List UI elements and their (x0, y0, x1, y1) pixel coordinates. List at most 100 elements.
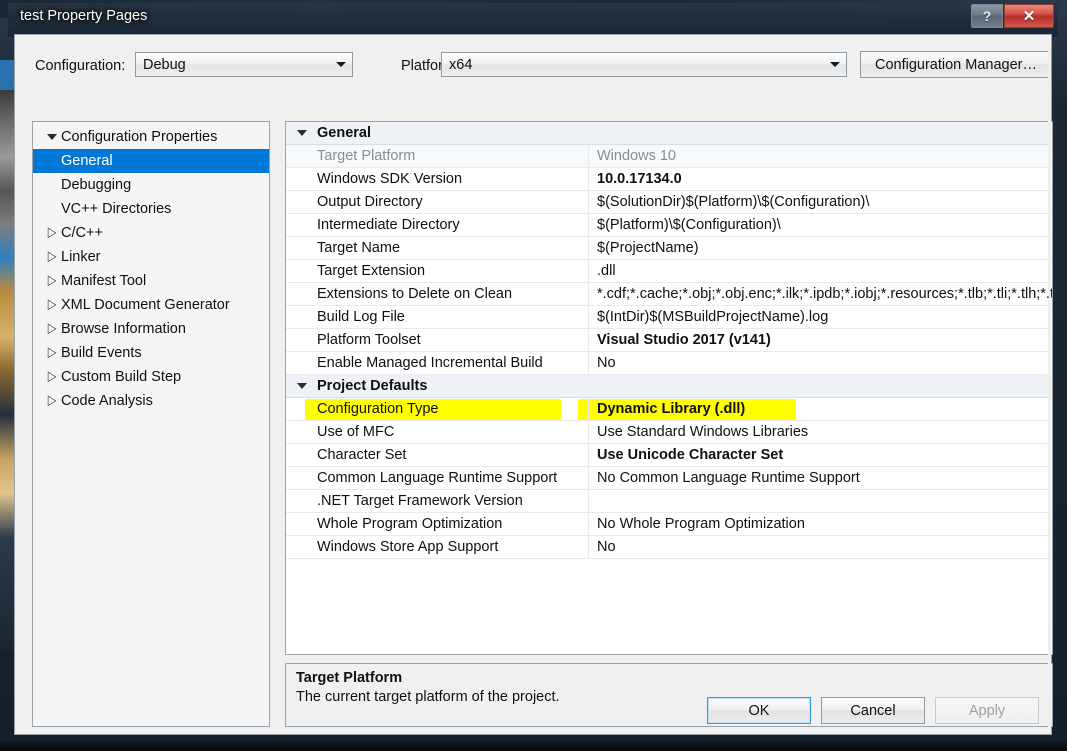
triangle-right-icon[interactable]: ▷ (43, 320, 61, 336)
property-grid-rows: General Target Platform Windows 10 Windows … (286, 122, 1052, 559)
property-name: Target Extension (317, 263, 426, 279)
property-value[interactable]: 10.0.17134.0 (588, 171, 1052, 187)
property-value[interactable]: Windows 10 (588, 148, 1052, 164)
tree-item-label: Custom Build Step (61, 369, 182, 385)
tree-item-debugging[interactable]: Debugging (33, 173, 269, 197)
tree-item-configuration-properties[interactable]: Configuration Properties (33, 125, 269, 149)
property-name: Character Set (317, 447, 407, 463)
tree-item-build-events[interactable]: ▷ Build Events (33, 341, 269, 365)
help-button[interactable]: ? (971, 4, 1003, 28)
property-row-configuration-type[interactable]: Configuration Type Dynamic Library (.dll) (286, 398, 1052, 421)
section-title: General (317, 125, 371, 141)
triangle-right-icon[interactable]: ▷ (43, 250, 61, 264)
property-row-windows-sdk-version[interactable]: Windows SDK Version 10.0.17134.0 (286, 168, 1052, 191)
property-name: Intermediate Directory (317, 217, 460, 233)
triangle-right-glyph: ▷ (47, 344, 57, 360)
triangle-right-glyph: ▷ (47, 392, 57, 408)
tree-item-label: XML Document Generator (61, 297, 230, 313)
description-title: Target Platform (296, 670, 403, 686)
client-right-edge (1048, 35, 1051, 734)
tree-item-code-analysis[interactable]: ▷ Code Analysis (33, 389, 269, 413)
tree-item-label: Manifest Tool (61, 273, 147, 289)
property-value[interactable]: .dll (588, 263, 1052, 279)
triangle-right-icon[interactable]: ▷ (43, 296, 61, 312)
platform-dropdown[interactable]: x64 (441, 52, 847, 77)
property-row-target-extension[interactable]: Target Extension .dll (286, 260, 1052, 283)
tree-item-general[interactable]: General (33, 149, 269, 173)
tree-item-label: Code Analysis (61, 393, 153, 409)
property-value[interactable]: $(IntDir)$(MSBuildProjectName).log (588, 309, 1052, 325)
property-row-net-target-framework-version[interactable]: .NET Target Framework Version (286, 490, 1052, 513)
property-grid[interactable]: General Target Platform Windows 10 Windows … (285, 121, 1053, 655)
triangle-right-icon[interactable]: ▷ (43, 392, 61, 408)
property-value[interactable]: No (588, 539, 1052, 555)
tree-item-c-c[interactable]: ▷ C/C++ (33, 221, 269, 245)
property-row-character-set[interactable]: Character Set Use Unicode Character Set (286, 444, 1052, 467)
property-name: Windows SDK Version (317, 171, 463, 187)
chevron-down-icon (330, 53, 352, 76)
property-row-target-platform[interactable]: Target Platform Windows 10 (286, 145, 1052, 168)
property-name: Extensions to Delete on Clean (317, 286, 513, 302)
property-value[interactable]: No Whole Program Optimization (588, 516, 1052, 532)
tree-item-manifest-tool[interactable]: ▷ Manifest Tool (33, 269, 269, 293)
property-value[interactable]: No Common Language Runtime Support (588, 470, 1052, 486)
property-value[interactable]: Dynamic Library (.dll) (588, 401, 1052, 417)
property-row-intermediate-directory[interactable]: Intermediate Directory $(Platform)\$(Conf… (286, 214, 1052, 237)
property-row-build-log-file[interactable]: Build Log File $(IntDir)$(MSBuildProjectN… (286, 306, 1052, 329)
tree-item-label: C/C++ (61, 225, 103, 241)
property-row-common-language-runtime-support[interactable]: Common Language Runtime Support No Common… (286, 467, 1052, 490)
property-value[interactable]: No (588, 355, 1052, 371)
grid-column-splitter[interactable] (588, 375, 589, 397)
property-value[interactable]: Use Standard Windows Libraries (588, 424, 1052, 440)
configuration-label: Configuration: (35, 58, 126, 74)
tree-item-linker[interactable]: ▷ Linker (33, 245, 269, 269)
close-button[interactable]: ✕ (1004, 4, 1054, 28)
dialog-button-bar: OK Cancel Apply (707, 697, 1039, 724)
property-name: Enable Managed Incremental Build (317, 355, 543, 371)
grid-column-splitter[interactable] (588, 122, 589, 144)
triangle-right-glyph: ▷ (47, 296, 57, 312)
tree-item-label: Linker (61, 249, 101, 265)
property-name: Output Directory (317, 194, 423, 210)
property-row-use-of-mfc[interactable]: Use of MFC Use Standard Windows Libraries (286, 421, 1052, 444)
tree-item-vc-directories[interactable]: VC++ Directories (33, 197, 269, 221)
triangle-right-icon[interactable]: ▷ (43, 344, 61, 360)
property-pages-dialog: test Property Pages ? ✕ Configuration: D… (8, 3, 1058, 741)
property-value[interactable]: *.cdf;*.cache;*.obj;*.obj.enc;*.ilk;*.ip… (588, 286, 1052, 302)
property-name: Common Language Runtime Support (317, 470, 558, 486)
triangle-right-icon[interactable]: ▷ (43, 274, 61, 288)
chevron-down-icon (824, 53, 846, 76)
property-row-platform-toolset[interactable]: Platform Toolset Visual Studio 2017 (v141… (286, 329, 1052, 352)
apply-button: Apply (935, 697, 1039, 724)
tree-item-xml-document-generator[interactable]: ▷ XML Document Generator (33, 293, 269, 317)
property-value[interactable]: $(SolutionDir)$(Platform)\$(Configuratio… (588, 194, 1052, 210)
tree-item-label: Build Events (61, 345, 142, 361)
configuration-manager-button[interactable]: Configuration Manager… (860, 51, 1052, 78)
property-row-enable-managed-incremental-build[interactable]: Enable Managed Incremental Build No (286, 352, 1052, 375)
property-row-extensions-to-delete-on-clean[interactable]: Extensions to Delete on Clean *.cdf;*.cac… (286, 283, 1052, 306)
property-value[interactable]: Use Unicode Character Set (588, 447, 1052, 463)
ok-button[interactable]: OK (707, 697, 811, 724)
property-value[interactable]: $(ProjectName) (588, 240, 1052, 256)
triangle-right-glyph: ▷ (47, 224, 57, 240)
property-row-whole-program-optimization[interactable]: Whole Program Optimization No Whole Progr… (286, 513, 1052, 536)
property-row-target-name[interactable]: Target Name $(ProjectName) (286, 237, 1052, 260)
configuration-dropdown[interactable]: Debug (135, 52, 353, 77)
property-value[interactable]: Visual Studio 2017 (v141) (588, 332, 1052, 348)
property-value[interactable]: $(Platform)\$(Configuration)\ (588, 217, 1052, 233)
property-name: Whole Program Optimization (317, 516, 503, 532)
tree-item-custom-build-step[interactable]: ▷ Custom Build Step (33, 365, 269, 389)
property-name: Configuration Type (317, 401, 439, 417)
property-row-windows-store-app-support[interactable]: Windows Store App Support No (286, 536, 1052, 559)
triangle-down-icon[interactable] (43, 134, 61, 140)
tree-item-browse-information[interactable]: ▷ Browse Information (33, 317, 269, 341)
triangle-down-glyph (47, 134, 57, 140)
triangle-right-icon[interactable]: ▷ (43, 370, 61, 384)
triangle-right-glyph: ▷ (47, 320, 57, 336)
property-section-header-general[interactable]: General (286, 122, 1052, 145)
grid-column-splitter[interactable] (588, 490, 589, 512)
triangle-right-icon[interactable]: ▷ (43, 224, 61, 240)
property-row-output-directory[interactable]: Output Directory $(SolutionDir)$(Platform… (286, 191, 1052, 214)
cancel-button[interactable]: Cancel (821, 697, 925, 724)
property-section-header-project-defaults[interactable]: Project Defaults (286, 375, 1052, 398)
